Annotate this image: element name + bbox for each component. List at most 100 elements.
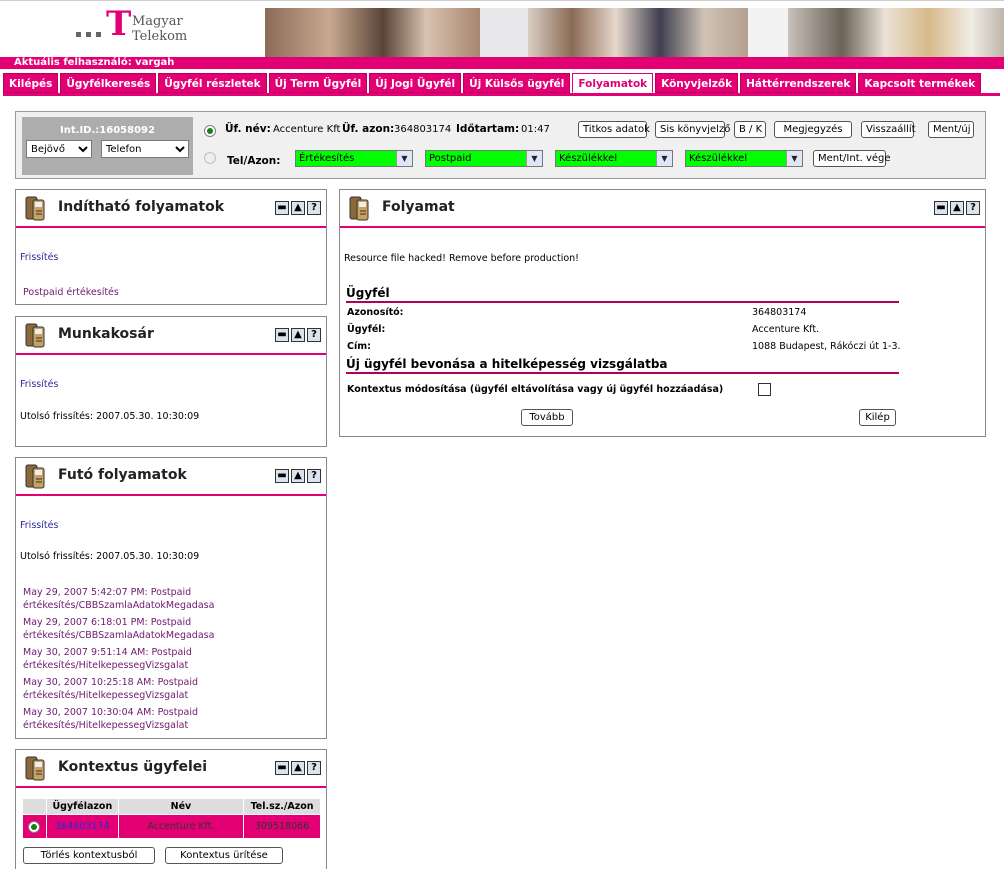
uf-azon-value: 364803174 [394, 124, 452, 135]
phone-icon [25, 196, 45, 221]
combo-subscription[interactable]: Postpaid ▼ [425, 150, 543, 167]
tab-3[interactable]: Új Term Ügyfél [268, 73, 368, 93]
interaction-id-box: Int.ID.:16058092 Bejövő Telefon [22, 117, 193, 175]
visszaallit-button[interactable]: Visszaállít [861, 121, 916, 138]
maximize-icon[interactable]: ▲ [291, 201, 305, 215]
help-icon[interactable]: ? [966, 201, 980, 215]
chevron-down-icon: ▼ [396, 151, 412, 166]
col-header-id: Ügyfélazon [45, 798, 119, 815]
combo-process-type[interactable]: Értékesítés ▼ [295, 150, 413, 167]
tab-8[interactable]: Háttérrendszerek [740, 73, 857, 93]
header-photo-strip [265, 8, 1004, 58]
running-process-item[interactable]: May 30, 2007 10:30:04 AM: Postpaid értéke… [23, 706, 198, 732]
tab-5[interactable]: Új Külsős ügyfél [463, 73, 571, 93]
combo-device-2[interactable]: Készülékkel ▼ [685, 150, 803, 167]
chevron-down-icon: ▼ [786, 151, 802, 166]
radio-tel-azon[interactable] [204, 152, 216, 164]
direction-select[interactable]: Bejövő [26, 140, 92, 158]
process-link-postpaid[interactable]: Postpaid értékesítés [23, 287, 119, 298]
bk-button[interactable]: B / K [734, 121, 766, 138]
clear-context-button[interactable]: Kontextus ürítése [165, 847, 283, 864]
cell-customer-name: Accenture Kft. [117, 814, 245, 839]
help-icon[interactable]: ? [307, 761, 321, 775]
idotartam-label: Időtartam: [456, 123, 520, 135]
interaction-id: Int.ID.:16058092 [60, 125, 155, 136]
col-header-tel: Tel.sz./Azon [243, 798, 321, 815]
ment-int-vege-button[interactable]: Ment/Int. vége [813, 150, 891, 167]
running-process-item[interactable]: May 29, 2007 6:18:01 PM: Postpaid értékes… [23, 616, 214, 642]
refresh-link[interactable]: Frissítés [20, 379, 58, 390]
uf-nev-label: Üf. név: [225, 123, 271, 135]
interaction-toolbar: Int.ID.:16058092 Bejövő Telefon Üf. név:… [15, 111, 986, 179]
photo-shoppers [265, 8, 480, 58]
field-label-address: Cím: [347, 341, 371, 352]
tab-2[interactable]: Ügyfél részletek [158, 73, 267, 93]
field-value-address: 1088 Budapest, Rákóczi út 1-3. [752, 341, 901, 352]
field-label-customer: Ügyfél: [347, 324, 386, 335]
last-refresh-text: Utolsó frissítés: 2007.05.30. 10:30:09 [20, 411, 200, 422]
maximize-icon[interactable]: ▲ [291, 469, 305, 483]
tab-6[interactable]: Folyamatok [572, 73, 654, 93]
last-refresh-text: Utolsó frissítés: 2007.05.30. 10:30:09 [20, 551, 200, 562]
running-process-item[interactable]: May 29, 2007 5:42:07 PM: Postpaid értékes… [23, 586, 214, 612]
resource-notice: Resource file hacked! Remove before prod… [344, 253, 579, 264]
field-value-id: 364803174 [752, 307, 807, 318]
minimize-icon[interactable]: ▬ [275, 201, 289, 215]
remove-from-context-button[interactable]: Törlés kontextusból [23, 847, 155, 864]
minimize-icon[interactable]: ▬ [275, 328, 289, 342]
phone-icon [25, 323, 45, 348]
running-process-item[interactable]: May 30, 2007 9:51:14 AM: Postpaid értékes… [23, 646, 192, 672]
channel-select[interactable]: Telefon [101, 140, 189, 158]
table-header-row: Ügyfélazon Név Tel.sz./Azon [22, 798, 321, 815]
current-user-bar: Aktuális felhasználó: vargah [0, 57, 1004, 69]
tab-7[interactable]: Könyvjelzők [655, 73, 739, 93]
cell-customer-id[interactable]: 364803174 [45, 814, 119, 839]
minimize-icon[interactable]: ▬ [934, 201, 948, 215]
maximize-icon[interactable]: ▲ [291, 761, 305, 775]
panel-title: Kontextus ügyfelei [58, 759, 208, 775]
field-value-customer: Accenture Kft. [752, 324, 820, 335]
next-button[interactable]: Tovább [521, 409, 573, 426]
tab-9[interactable]: Kapcsolt termékek [858, 73, 982, 93]
panel-process: Folyamat ▬ ▲ ? Resource file hacked! Rem… [339, 189, 986, 437]
maximize-icon[interactable]: ▲ [950, 201, 964, 215]
running-process-item[interactable]: May 30, 2007 10:25:18 AM: Postpaid értéke… [23, 676, 198, 702]
context-modify-label: Kontextus módosítása (ügyfél eltávolítás… [347, 384, 724, 395]
tab-underline [3, 93, 1000, 96]
panel-startable-processes: Indítható folyamatok ▬ ▲ ? Frissítés Pos… [15, 189, 327, 305]
main-tab-bar: Kilépés Ügyfélkeresés Ügyfél részletek Új T… [3, 73, 983, 95]
radio-customer-name[interactable] [204, 125, 216, 137]
context-table: Ügyfélazon Név Tel.sz./Azon 364803174 Ac… [22, 798, 321, 839]
panel-title: Munkakosár [58, 326, 154, 342]
minimize-icon[interactable]: ▬ [275, 469, 289, 483]
titkos-adatok-button[interactable]: Titkos adatok [578, 121, 650, 138]
panel-title: Futó folyamatok [58, 467, 187, 483]
row-select-radio[interactable] [28, 821, 41, 833]
tel-azon-label: Tel/Azon: [227, 155, 281, 167]
table-row[interactable]: 364803174 Accenture Kft. 309518066 [22, 814, 321, 839]
combo-device-1[interactable]: Készülékkel ▼ [555, 150, 673, 167]
refresh-link[interactable]: Frissítés [20, 252, 58, 263]
tab-1[interactable]: Ügyfélkeresés [60, 73, 157, 93]
minimize-icon[interactable]: ▬ [275, 761, 289, 775]
context-modify-checkbox[interactable] [758, 383, 771, 396]
help-icon[interactable]: ? [307, 201, 321, 215]
refresh-link[interactable]: Frissítés [20, 520, 58, 531]
help-icon[interactable]: ? [307, 469, 321, 483]
brand-name: Magyar Telekom [132, 14, 188, 44]
megjegyzes-button[interactable]: Megjegyzés [774, 121, 852, 138]
sis-konyvjelzo-button[interactable]: Sis könyvjelző [655, 121, 730, 138]
photo-people [528, 8, 748, 58]
panel-context-customers: Kontextus ügyfelei ▬ ▲ ? Ügyfélazon Név … [15, 749, 327, 869]
tab-4[interactable]: Új Jogi Ügyfél [369, 73, 462, 93]
help-icon[interactable]: ? [307, 328, 321, 342]
exit-button[interactable]: Kilép [859, 409, 896, 426]
panel-work-basket: Munkakosár ▬ ▲ ? Frissítés Utolsó frissí… [15, 316, 327, 447]
panel-running-processes: Futó folyamatok ▬ ▲ ? Frissítés Utolsó f… [15, 457, 327, 739]
maximize-icon[interactable]: ▲ [291, 328, 305, 342]
photo-team [788, 8, 1004, 58]
chevron-down-icon: ▼ [656, 151, 672, 166]
tab-0[interactable]: Kilépés [3, 73, 59, 93]
ment-uj-button[interactable]: Ment/új [928, 121, 974, 138]
uf-nev-value: Accenture Kft [273, 124, 341, 135]
